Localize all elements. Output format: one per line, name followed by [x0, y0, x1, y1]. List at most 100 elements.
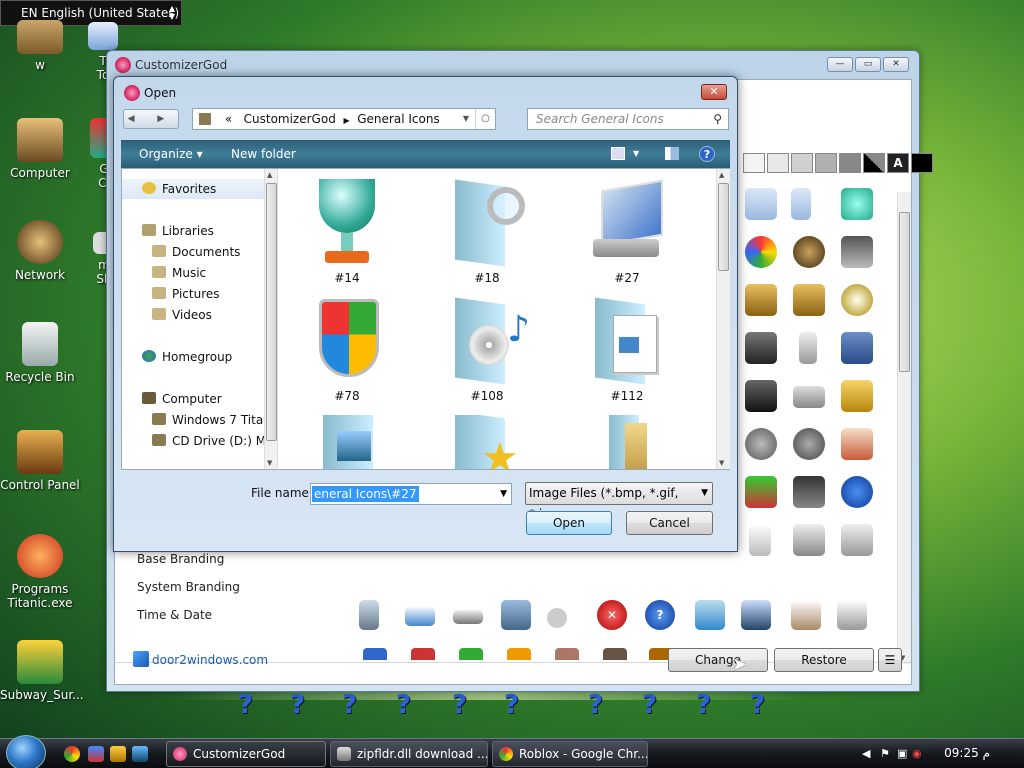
color-swatch[interactable] [791, 153, 813, 173]
color-wheel-icon[interactable] [745, 236, 777, 268]
breadcrumb-customizergod[interactable]: CustomizerGod [244, 112, 336, 126]
nav-videos[interactable]: Videos [152, 308, 212, 322]
app-icon[interactable] [555, 648, 579, 660]
nav-pictures[interactable]: Pictures [152, 287, 220, 301]
shield-icon[interactable] [507, 648, 531, 660]
camcorder-icon[interactable] [745, 332, 777, 364]
phone-icon[interactable] [359, 600, 379, 630]
close-x-icon[interactable] [547, 608, 567, 628]
color-swatch[interactable] [863, 153, 885, 173]
breadcrumb-general-icons[interactable]: General Icons [357, 112, 439, 126]
address-dropdown-icon[interactable]: ▼ [463, 109, 469, 129]
nav-windows7-drive[interactable]: Windows 7 Titan [152, 413, 271, 427]
website-link[interactable]: door2windows.com [152, 653, 268, 667]
breadcrumb-separator-icon[interactable]: ▶ [343, 116, 349, 125]
file-item[interactable]: #27 [572, 179, 682, 285]
network-tray-icon[interactable]: ▣ [897, 747, 907, 760]
file-item[interactable]: #78 [292, 297, 402, 403]
file-item[interactable]: ★ [432, 415, 542, 469]
color-swatch[interactable] [743, 153, 765, 173]
nav-pane-scrollbar[interactable]: ▲ ▼ [264, 169, 277, 469]
phone-icon[interactable] [799, 332, 817, 364]
shield-icon[interactable] [363, 648, 387, 660]
nav-cd-drive[interactable]: CD Drive (D:) My [152, 434, 273, 448]
folder-icon[interactable] [745, 188, 777, 220]
gears-icon[interactable] [745, 428, 777, 460]
category-system-branding[interactable]: System Branding [137, 580, 240, 594]
nav-favorites[interactable]: Favorites [142, 182, 216, 196]
info-icon[interactable] [841, 476, 873, 508]
open-button[interactable]: Open [526, 511, 612, 535]
back-forward-buttons[interactable]: ◀ ▶ [123, 109, 179, 129]
file-type-select[interactable]: Image Files (*.bmp, *.gif, *.jpg, ▼ [525, 482, 713, 521]
text-cursor-icon[interactable] [405, 606, 435, 626]
taskbar-button-zipfldr[interactable]: zipfldr.dll download ... [330, 741, 488, 767]
window-icon[interactable] [841, 524, 873, 556]
language-bar-arrows-icon[interactable]: ▲ ▼ [169, 5, 175, 21]
minimize-button[interactable]: — [827, 57, 853, 72]
file-item[interactable]: ♪ #108 [432, 297, 542, 403]
gear-icon[interactable] [793, 428, 825, 460]
lock-icon[interactable] [841, 380, 873, 412]
help-icon[interactable]: ? [699, 146, 715, 162]
file-item[interactable]: #112 [572, 297, 682, 403]
taskbar-button-roblox[interactable]: Roblox - Google Chr... [492, 741, 648, 767]
scanner-icon[interactable] [453, 610, 483, 624]
category-base-branding[interactable]: Base Branding [137, 552, 224, 566]
drive-icon[interactable] [793, 524, 825, 556]
chrome-quicklaunch-icon[interactable] [64, 746, 80, 762]
scroll-up-icon[interactable]: ▲ [267, 171, 272, 179]
server-icon[interactable] [793, 476, 825, 508]
nav-documents[interactable]: Documents [152, 245, 240, 259]
users-icon[interactable] [745, 476, 777, 508]
view-icon[interactable] [611, 147, 625, 160]
dialog-close-button[interactable]: ✕ [701, 84, 727, 100]
new-folder-button[interactable]: New folder [231, 147, 296, 161]
file-item[interactable] [572, 415, 682, 469]
menu-button[interactable]: ☰ [878, 648, 902, 672]
certificate-icon[interactable] [791, 600, 821, 630]
file-name-dropdown-icon[interactable]: ▼ [500, 484, 507, 504]
close-button[interactable]: ✕ [883, 57, 909, 72]
image-icon[interactable] [841, 428, 873, 460]
file-name-input[interactable]: eneral Icons\#27 ▼ [310, 483, 512, 505]
app-icon[interactable] [603, 648, 627, 660]
nav-libraries[interactable]: Libraries [142, 224, 214, 238]
color-swatch[interactable] [839, 153, 861, 173]
desktop-icon-w[interactable]: w [0, 20, 80, 72]
nav-homegroup[interactable]: Homegroup [142, 350, 232, 364]
desktop-icon-programs[interactable]: Programs Titanic.exe [0, 534, 80, 610]
desktop-icon-subway[interactable]: Subway_Sur... [0, 640, 84, 702]
error-icon[interactable]: ✕ [597, 600, 627, 630]
gold-disc-icon[interactable] [793, 284, 825, 316]
nav-computer[interactable]: Computer [142, 392, 222, 406]
file-item[interactable] [292, 415, 402, 469]
tray-expand-icon[interactable]: ◀ [862, 747, 870, 760]
color-swatch[interactable] [911, 153, 933, 173]
breadcrumb-prefix[interactable]: « [225, 112, 232, 126]
scrollbar-thumb[interactable] [899, 212, 910, 372]
restore-button[interactable]: Restore [774, 648, 874, 672]
scroll-down-icon[interactable]: ▼ [267, 459, 272, 467]
cancel-button[interactable]: Cancel [626, 511, 713, 535]
file-list-scrollbar[interactable]: ▲ ▼ [716, 169, 730, 469]
printer-icon[interactable] [841, 236, 873, 268]
view-dropdown-icon[interactable]: ▼ [633, 149, 639, 158]
refresh-icon[interactable]: ○ [475, 109, 495, 129]
scroll-up-icon[interactable]: ▲ [719, 171, 724, 179]
nav-music[interactable]: Music [152, 266, 206, 280]
color-swatch[interactable] [767, 153, 789, 173]
document-icon[interactable] [749, 524, 771, 556]
file-type-dropdown-icon[interactable]: ▼ [701, 483, 708, 504]
category-time-date[interactable]: Time & Date [137, 608, 212, 622]
save-icon[interactable] [841, 332, 873, 364]
folder-icon[interactable] [791, 188, 811, 220]
camera-icon[interactable] [745, 380, 777, 412]
file-item[interactable]: #18 [432, 179, 542, 285]
text-color-swatch[interactable]: A [887, 153, 909, 173]
taskbar-button-customizergod[interactable]: CustomizerGod [166, 741, 326, 767]
trophy-icon[interactable] [841, 188, 873, 220]
color-swatch[interactable] [815, 153, 837, 173]
change-button[interactable]: Change [668, 648, 768, 672]
dvd-icon[interactable] [841, 284, 873, 316]
